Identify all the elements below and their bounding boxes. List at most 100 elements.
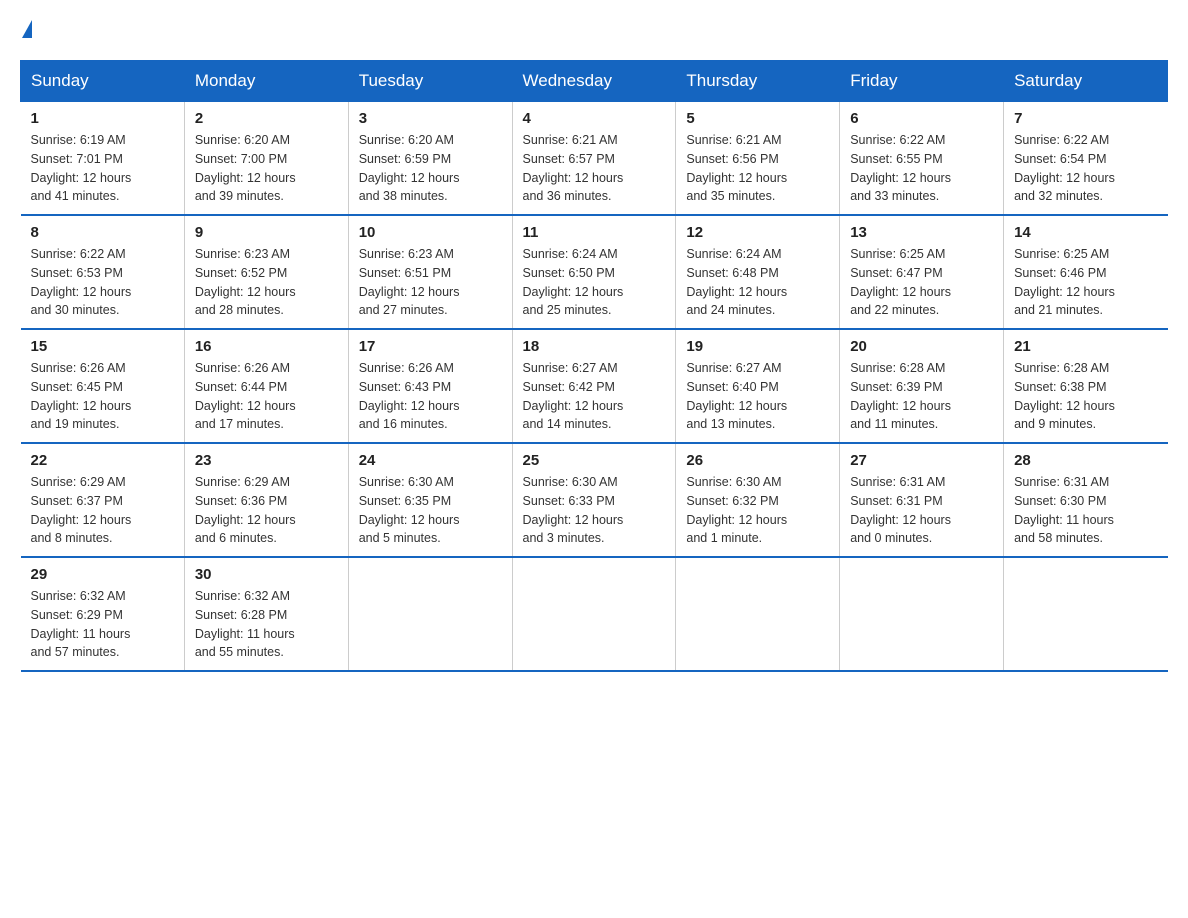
logo-triangle-icon [22, 20, 32, 38]
day-cell: 29 Sunrise: 6:32 AMSunset: 6:29 PMDaylig… [21, 557, 185, 671]
day-number: 23 [195, 452, 338, 469]
day-number: 22 [31, 452, 174, 469]
day-info: Sunrise: 6:26 AMSunset: 6:43 PMDaylight:… [359, 361, 460, 431]
day-cell: 23 Sunrise: 6:29 AMSunset: 6:36 PMDaylig… [184, 443, 348, 557]
logo-blue-part [20, 20, 32, 40]
day-cell: 6 Sunrise: 6:22 AMSunset: 6:55 PMDayligh… [840, 102, 1004, 216]
day-info: Sunrise: 6:20 AMSunset: 6:59 PMDaylight:… [359, 133, 460, 203]
header-day-monday: Monday [184, 61, 348, 102]
day-info: Sunrise: 6:19 AMSunset: 7:01 PMDaylight:… [31, 133, 132, 203]
day-number: 24 [359, 452, 502, 469]
day-info: Sunrise: 6:31 AMSunset: 6:30 PMDaylight:… [1014, 475, 1114, 545]
calendar-table: SundayMondayTuesdayWednesdayThursdayFrid… [20, 60, 1168, 672]
day-cell: 20 Sunrise: 6:28 AMSunset: 6:39 PMDaylig… [840, 329, 1004, 443]
day-cell: 24 Sunrise: 6:30 AMSunset: 6:35 PMDaylig… [348, 443, 512, 557]
day-number: 25 [523, 452, 666, 469]
day-cell: 11 Sunrise: 6:24 AMSunset: 6:50 PMDaylig… [512, 215, 676, 329]
day-cell [512, 557, 676, 671]
header-day-wednesday: Wednesday [512, 61, 676, 102]
day-info: Sunrise: 6:30 AMSunset: 6:32 PMDaylight:… [686, 475, 787, 545]
day-info: Sunrise: 6:21 AMSunset: 6:57 PMDaylight:… [523, 133, 624, 203]
day-cell: 7 Sunrise: 6:22 AMSunset: 6:54 PMDayligh… [1004, 102, 1168, 216]
day-number: 21 [1014, 338, 1157, 355]
day-info: Sunrise: 6:24 AMSunset: 6:48 PMDaylight:… [686, 247, 787, 317]
header-day-tuesday: Tuesday [348, 61, 512, 102]
day-info: Sunrise: 6:30 AMSunset: 6:35 PMDaylight:… [359, 475, 460, 545]
day-number: 6 [850, 110, 993, 127]
day-cell: 13 Sunrise: 6:25 AMSunset: 6:47 PMDaylig… [840, 215, 1004, 329]
day-number: 14 [1014, 224, 1157, 241]
day-cell: 10 Sunrise: 6:23 AMSunset: 6:51 PMDaylig… [348, 215, 512, 329]
day-info: Sunrise: 6:23 AMSunset: 6:52 PMDaylight:… [195, 247, 296, 317]
day-info: Sunrise: 6:29 AMSunset: 6:37 PMDaylight:… [31, 475, 132, 545]
day-info: Sunrise: 6:25 AMSunset: 6:47 PMDaylight:… [850, 247, 951, 317]
day-cell [348, 557, 512, 671]
day-number: 15 [31, 338, 174, 355]
day-cell [676, 557, 840, 671]
day-cell: 30 Sunrise: 6:32 AMSunset: 6:28 PMDaylig… [184, 557, 348, 671]
day-cell: 19 Sunrise: 6:27 AMSunset: 6:40 PMDaylig… [676, 329, 840, 443]
day-cell: 25 Sunrise: 6:30 AMSunset: 6:33 PMDaylig… [512, 443, 676, 557]
day-info: Sunrise: 6:22 AMSunset: 6:54 PMDaylight:… [1014, 133, 1115, 203]
day-cell: 26 Sunrise: 6:30 AMSunset: 6:32 PMDaylig… [676, 443, 840, 557]
day-number: 11 [523, 224, 666, 241]
day-number: 9 [195, 224, 338, 241]
week-row-4: 22 Sunrise: 6:29 AMSunset: 6:37 PMDaylig… [21, 443, 1168, 557]
day-info: Sunrise: 6:27 AMSunset: 6:40 PMDaylight:… [686, 361, 787, 431]
day-info: Sunrise: 6:22 AMSunset: 6:53 PMDaylight:… [31, 247, 132, 317]
week-row-2: 8 Sunrise: 6:22 AMSunset: 6:53 PMDayligh… [21, 215, 1168, 329]
day-cell: 9 Sunrise: 6:23 AMSunset: 6:52 PMDayligh… [184, 215, 348, 329]
day-cell: 18 Sunrise: 6:27 AMSunset: 6:42 PMDaylig… [512, 329, 676, 443]
day-info: Sunrise: 6:26 AMSunset: 6:45 PMDaylight:… [31, 361, 132, 431]
day-info: Sunrise: 6:24 AMSunset: 6:50 PMDaylight:… [523, 247, 624, 317]
day-info: Sunrise: 6:25 AMSunset: 6:46 PMDaylight:… [1014, 247, 1115, 317]
day-info: Sunrise: 6:31 AMSunset: 6:31 PMDaylight:… [850, 475, 951, 545]
day-cell: 1 Sunrise: 6:19 AMSunset: 7:01 PMDayligh… [21, 102, 185, 216]
day-number: 26 [686, 452, 829, 469]
day-number: 10 [359, 224, 502, 241]
header-row: SundayMondayTuesdayWednesdayThursdayFrid… [21, 61, 1168, 102]
day-number: 30 [195, 566, 338, 583]
day-cell: 4 Sunrise: 6:21 AMSunset: 6:57 PMDayligh… [512, 102, 676, 216]
day-number: 5 [686, 110, 829, 127]
day-number: 7 [1014, 110, 1157, 127]
day-number: 27 [850, 452, 993, 469]
week-row-1: 1 Sunrise: 6:19 AMSunset: 7:01 PMDayligh… [21, 102, 1168, 216]
calendar-header: SundayMondayTuesdayWednesdayThursdayFrid… [21, 61, 1168, 102]
day-cell: 12 Sunrise: 6:24 AMSunset: 6:48 PMDaylig… [676, 215, 840, 329]
day-info: Sunrise: 6:29 AMSunset: 6:36 PMDaylight:… [195, 475, 296, 545]
logo [20, 20, 32, 40]
day-cell: 22 Sunrise: 6:29 AMSunset: 6:37 PMDaylig… [21, 443, 185, 557]
day-number: 16 [195, 338, 338, 355]
day-cell: 17 Sunrise: 6:26 AMSunset: 6:43 PMDaylig… [348, 329, 512, 443]
day-cell: 16 Sunrise: 6:26 AMSunset: 6:44 PMDaylig… [184, 329, 348, 443]
day-number: 20 [850, 338, 993, 355]
logo-text [20, 20, 32, 40]
day-info: Sunrise: 6:32 AMSunset: 6:28 PMDaylight:… [195, 589, 295, 659]
day-number: 12 [686, 224, 829, 241]
week-row-3: 15 Sunrise: 6:26 AMSunset: 6:45 PMDaylig… [21, 329, 1168, 443]
day-number: 19 [686, 338, 829, 355]
day-cell: 15 Sunrise: 6:26 AMSunset: 6:45 PMDaylig… [21, 329, 185, 443]
day-cell: 21 Sunrise: 6:28 AMSunset: 6:38 PMDaylig… [1004, 329, 1168, 443]
day-number: 8 [31, 224, 174, 241]
day-number: 17 [359, 338, 502, 355]
header-day-friday: Friday [840, 61, 1004, 102]
day-info: Sunrise: 6:27 AMSunset: 6:42 PMDaylight:… [523, 361, 624, 431]
week-row-5: 29 Sunrise: 6:32 AMSunset: 6:29 PMDaylig… [21, 557, 1168, 671]
day-cell: 28 Sunrise: 6:31 AMSunset: 6:30 PMDaylig… [1004, 443, 1168, 557]
day-cell: 8 Sunrise: 6:22 AMSunset: 6:53 PMDayligh… [21, 215, 185, 329]
day-info: Sunrise: 6:28 AMSunset: 6:39 PMDaylight:… [850, 361, 951, 431]
day-info: Sunrise: 6:28 AMSunset: 6:38 PMDaylight:… [1014, 361, 1115, 431]
day-cell: 3 Sunrise: 6:20 AMSunset: 6:59 PMDayligh… [348, 102, 512, 216]
day-number: 4 [523, 110, 666, 127]
day-info: Sunrise: 6:23 AMSunset: 6:51 PMDaylight:… [359, 247, 460, 317]
day-info: Sunrise: 6:21 AMSunset: 6:56 PMDaylight:… [686, 133, 787, 203]
day-cell [840, 557, 1004, 671]
day-number: 1 [31, 110, 174, 127]
day-info: Sunrise: 6:30 AMSunset: 6:33 PMDaylight:… [523, 475, 624, 545]
day-info: Sunrise: 6:32 AMSunset: 6:29 PMDaylight:… [31, 589, 131, 659]
day-cell [1004, 557, 1168, 671]
day-cell: 5 Sunrise: 6:21 AMSunset: 6:56 PMDayligh… [676, 102, 840, 216]
header-day-thursday: Thursday [676, 61, 840, 102]
